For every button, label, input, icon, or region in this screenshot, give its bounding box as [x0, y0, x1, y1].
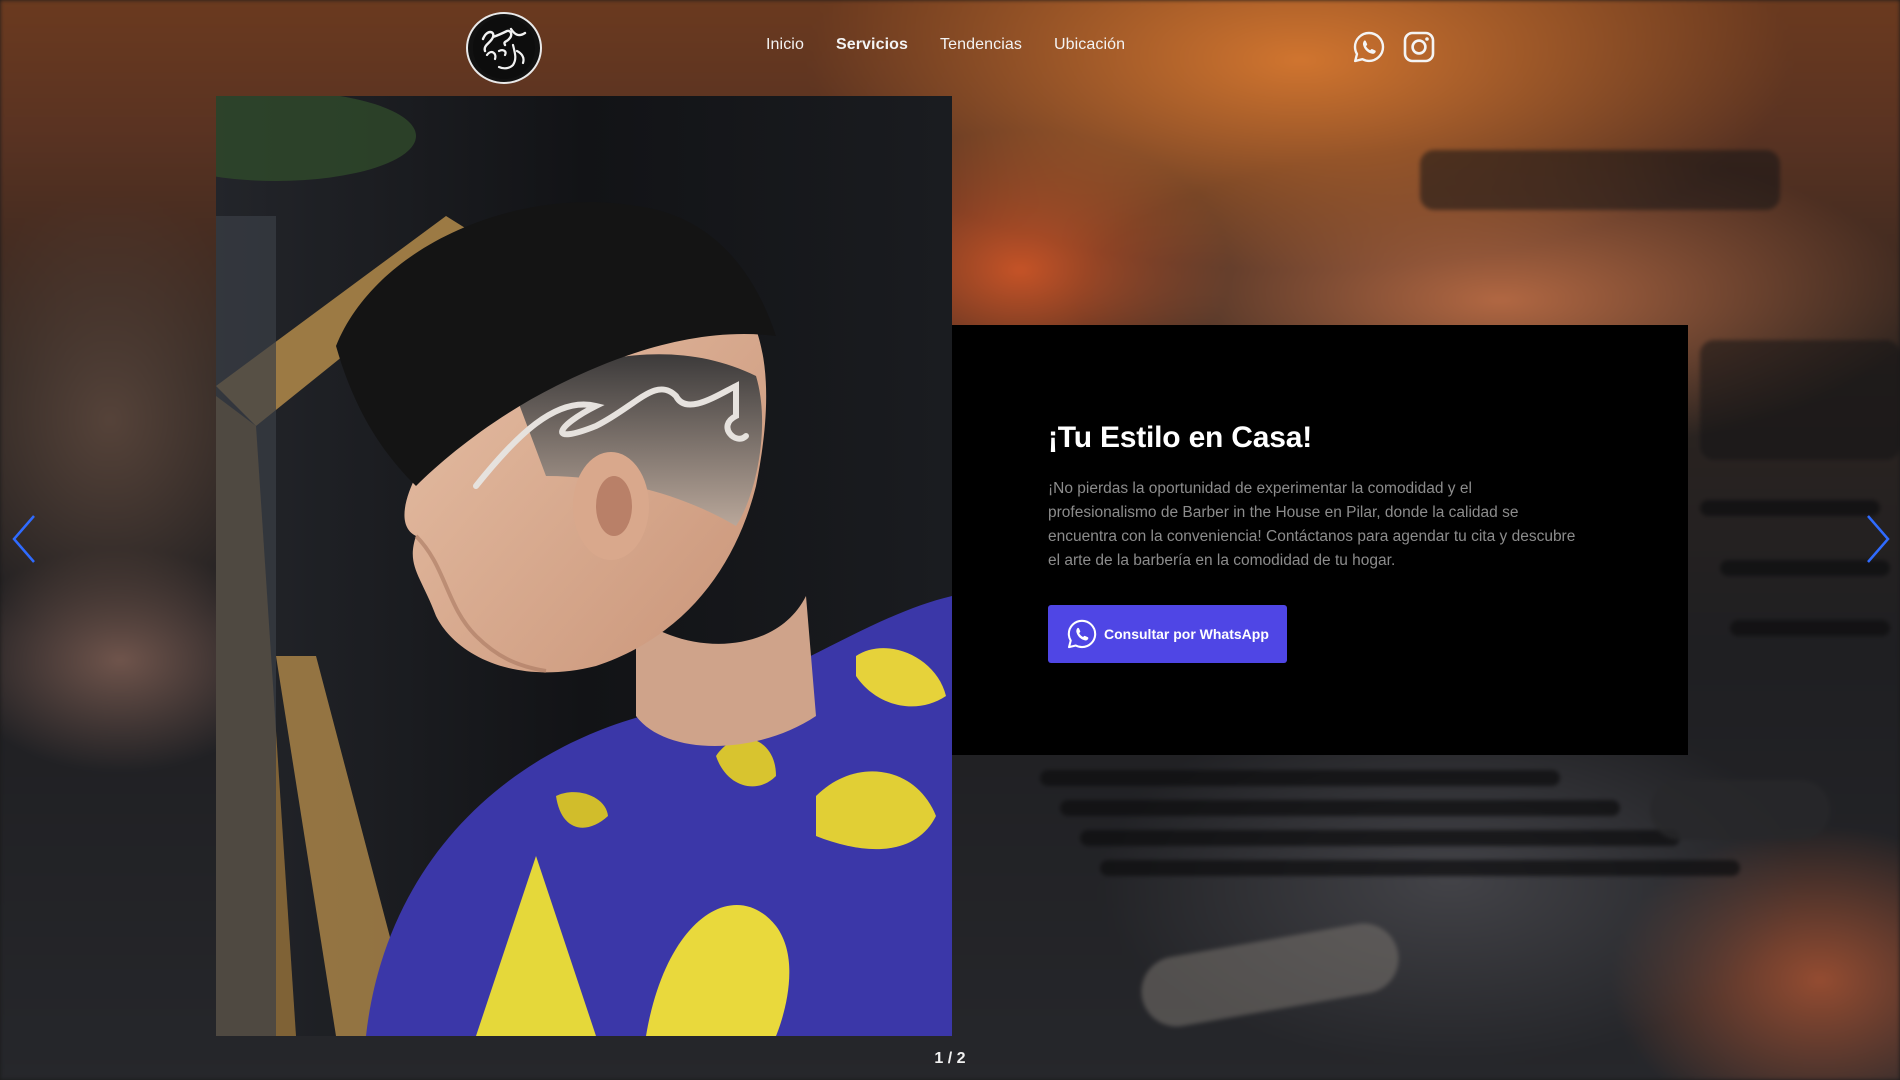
whatsapp-icon [1067, 619, 1097, 649]
whatsapp-cta-label: Consultar por WhatsApp [1104, 626, 1269, 642]
whatsapp-icon[interactable] [1352, 30, 1386, 64]
carousel-prev-button[interactable] [10, 512, 38, 566]
social-links [1352, 30, 1436, 64]
slide-content-card: ¡Tu Estilo en Casa! ¡No pierdas la oport… [952, 325, 1688, 755]
nav-item-tendencias[interactable]: Tendencias [940, 36, 1022, 54]
page: Inicio Servicios Tendencias Ubicación ¡T… [0, 0, 1900, 1080]
whatsapp-cta-button[interactable]: Consultar por WhatsApp [1048, 605, 1287, 663]
carousel-pagination: 1 / 2 [934, 1050, 966, 1067]
site-header: Inicio Servicios Tendencias Ubicación [0, 0, 1900, 96]
chevron-left-icon [12, 515, 35, 563]
main-nav: Inicio Servicios Tendencias Ubicación [766, 36, 1125, 54]
brand-logo[interactable] [466, 12, 542, 84]
chevron-right-icon [1867, 515, 1890, 563]
barber-in-the-house-logo-icon [473, 17, 535, 79]
carousel-next-button[interactable] [1864, 512, 1892, 566]
nav-item-ubicacion[interactable]: Ubicación [1054, 36, 1125, 54]
haircut-with-design-photo [216, 96, 952, 1036]
nav-item-servicios[interactable]: Servicios [836, 36, 908, 54]
slide-description: ¡No pierdas la oportunidad de experiment… [1048, 480, 1576, 569]
instagram-icon[interactable] [1402, 30, 1436, 64]
nav-item-inicio[interactable]: Inicio [766, 36, 804, 54]
slide-title: ¡Tu Estilo en Casa! [1048, 421, 1313, 454]
